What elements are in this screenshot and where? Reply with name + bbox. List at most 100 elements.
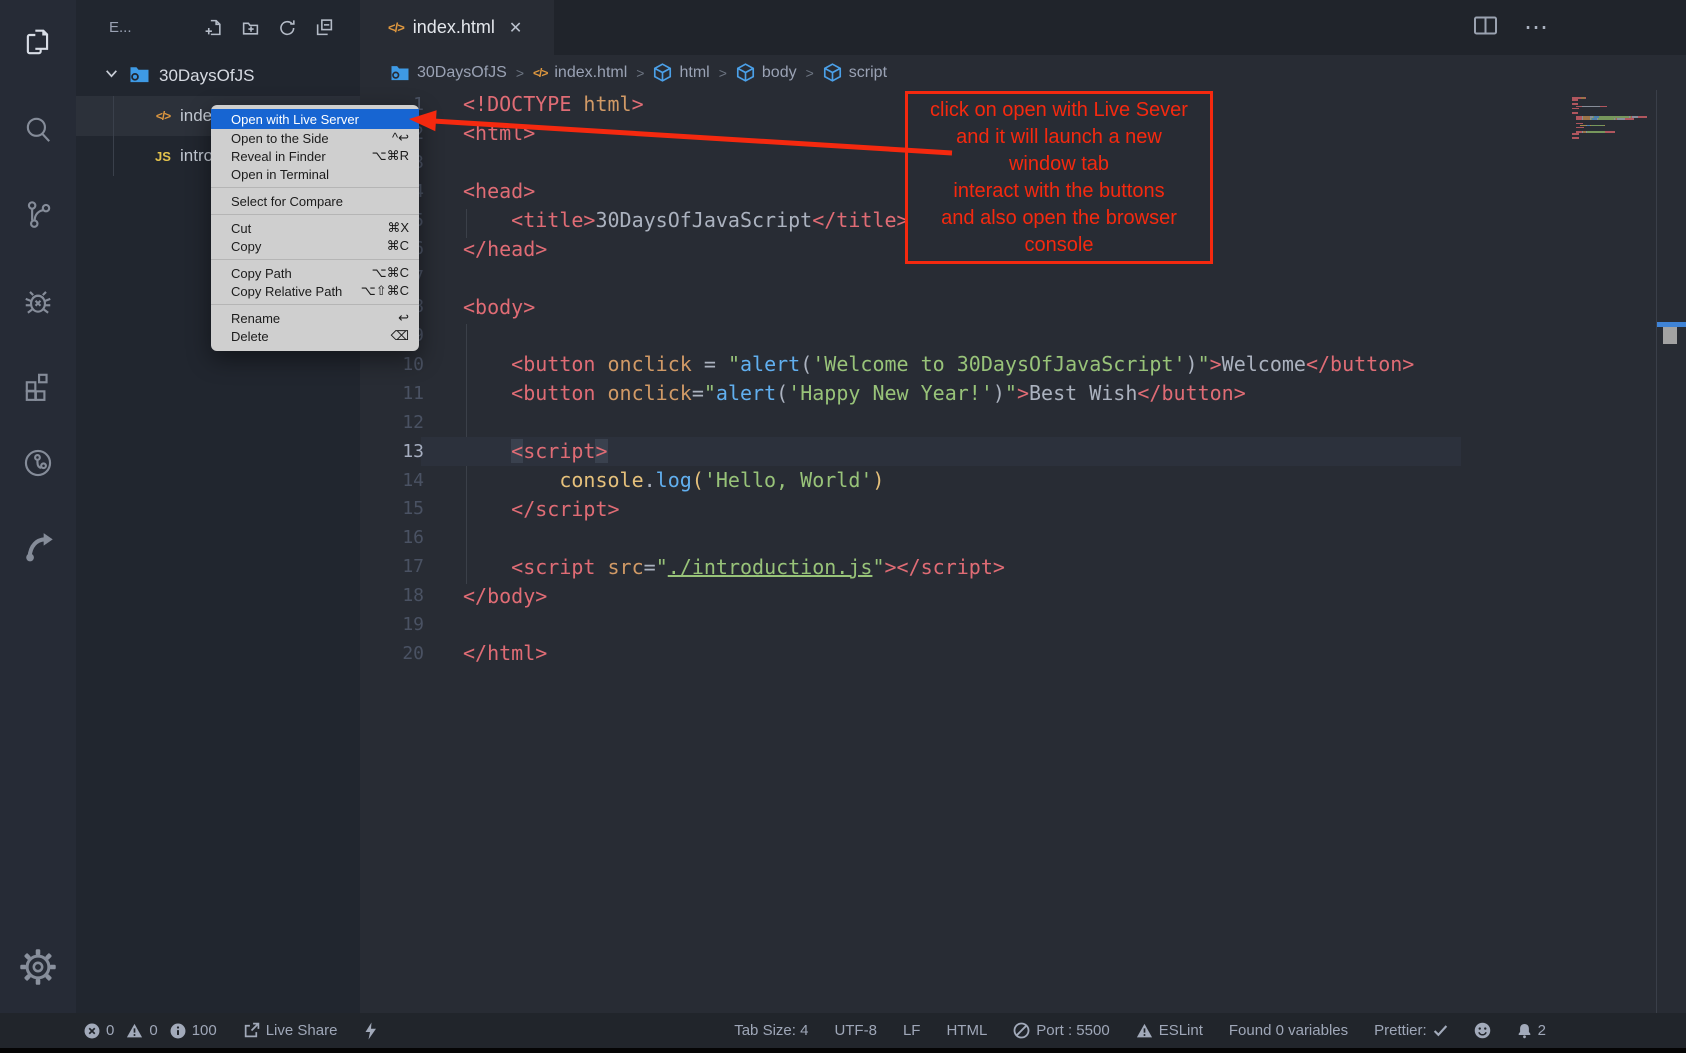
menu-item-label: Reveal in Finder xyxy=(231,149,360,164)
breadcrumb-item-30daysofjs[interactable]: 30DaysOfJS xyxy=(390,64,507,82)
collapse-all-icon[interactable] xyxy=(314,18,334,38)
menu-item-copy-relative-path[interactable]: Copy Relative Path⌥⇧⌘C xyxy=(211,282,419,300)
menu-item-label: Open to the Side xyxy=(231,131,380,146)
html-file-icon: </> xyxy=(150,109,176,123)
status-port-5500[interactable]: Port : 5500 xyxy=(1013,1022,1109,1039)
code-line-18[interactable]: 18 </body> xyxy=(360,581,1686,610)
line-number: 20 xyxy=(360,643,424,664)
code-line-17[interactable]: 17 <script src="./introduction.js"></scr… xyxy=(360,552,1686,581)
new-folder-icon[interactable] xyxy=(240,18,260,38)
annotation-line: and it will launch a new xyxy=(956,124,1162,151)
annotation-line: interact with the buttons xyxy=(953,178,1164,205)
menu-item-copy[interactable]: Copy⌘C xyxy=(211,237,419,255)
share-arrow-icon[interactable] xyxy=(16,523,60,567)
menu-separator xyxy=(211,259,419,260)
annotation-line: and also open the browser xyxy=(941,205,1177,232)
status-0[interactable]: 0 xyxy=(126,1022,157,1039)
menu-item-open-in-terminal[interactable]: Open in Terminal xyxy=(211,165,419,183)
status-eslint[interactable]: ESLint xyxy=(1136,1022,1203,1039)
code-text: </body> xyxy=(463,584,547,608)
code-text: <script src="./introduction.js"></script… xyxy=(463,555,1005,579)
code-line-10[interactable]: 10 <button onclick = "alert('Welcome to … xyxy=(360,350,1686,379)
menu-item-label: Copy Path xyxy=(231,266,360,281)
menu-item-rename[interactable]: Rename↩ xyxy=(211,309,419,327)
menu-item-cut[interactable]: Cut⌘X xyxy=(211,219,419,237)
status-lf[interactable]: LF xyxy=(903,1022,921,1039)
status-100[interactable]: 100 xyxy=(170,1022,217,1039)
code-line-8[interactable]: 8<body> xyxy=(360,292,1686,321)
window-edge xyxy=(0,1048,1686,1053)
status-2[interactable]: 2 xyxy=(1517,1022,1546,1039)
breadcrumb-item-html[interactable]: html xyxy=(653,63,709,82)
settings-gear-icon[interactable] xyxy=(16,945,60,989)
code-line-19[interactable]: 19 xyxy=(360,610,1686,639)
cube-symbol-icon xyxy=(736,63,755,82)
search-icon[interactable] xyxy=(16,108,60,152)
code-line-13[interactable]: 13 <script> xyxy=(360,437,1686,466)
tab-close-icon[interactable]: ✕ xyxy=(509,18,522,38)
code-line-9[interactable]: 9 xyxy=(360,321,1686,350)
status-label: HTML xyxy=(946,1022,987,1039)
status-0[interactable]: 0 xyxy=(84,1022,114,1039)
menu-item-label: Copy xyxy=(231,239,375,254)
minimap[interactable] xyxy=(1572,97,1652,140)
source-control-icon[interactable] xyxy=(16,192,60,236)
code-line-11[interactable]: 11 <button onclick="alert('Happy New Yea… xyxy=(360,379,1686,408)
run-debug-icon[interactable] xyxy=(16,279,60,323)
line-number: 19 xyxy=(360,614,424,635)
code-line-7[interactable]: 7 xyxy=(360,263,1686,292)
annotation-line: console xyxy=(1025,232,1094,259)
menu-item-shortcut: ⌥⌘R xyxy=(372,148,409,164)
status-right: Tab Size: 4 UTF-8 LF HTML Port : 5500 ESLint F… xyxy=(734,1022,1546,1039)
extensions-icon[interactable] xyxy=(16,364,60,408)
html-file-icon: </> xyxy=(533,66,547,80)
share-box-icon xyxy=(243,1022,260,1039)
menu-item-shortcut: ⌥⇧⌘C xyxy=(361,283,409,299)
breadcrumb-item-body[interactable]: body xyxy=(736,63,797,82)
status-tab-size-4[interactable]: Tab Size: 4 xyxy=(734,1022,808,1039)
breadcrumb-label: script xyxy=(849,64,887,82)
code-line-15[interactable]: 15 </script> xyxy=(360,494,1686,523)
tab-index-html[interactable]: </> index.html ✕ xyxy=(360,0,554,55)
menu-item-open-to-the-side[interactable]: Open to the Side ^↩ xyxy=(211,129,419,147)
menu-item-reveal-in-finder[interactable]: Reveal in Finder ⌥⌘R xyxy=(211,147,419,165)
menu-item-select-for-compare[interactable]: Select for Compare xyxy=(211,192,419,210)
code-line-14[interactable]: 14 console.log('Hello, World') xyxy=(360,466,1686,495)
line-number: 18 xyxy=(360,585,424,606)
code-line-16[interactable]: 16 xyxy=(360,523,1686,552)
html-file-icon: </> xyxy=(388,20,404,35)
menu-item-delete[interactable]: Delete⌫ xyxy=(211,327,419,345)
live-share-circle-icon[interactable] xyxy=(16,441,60,485)
status-label: Live Share xyxy=(266,1022,338,1039)
status-smiley[interactable] xyxy=(1474,1022,1491,1039)
code-line-20[interactable]: 20</html> xyxy=(360,639,1686,668)
menu-item-open-with-live-server[interactable]: Open with Live Server xyxy=(211,109,419,129)
code-line-12[interactable]: 12 xyxy=(360,408,1686,437)
split-editor-icon[interactable] xyxy=(1473,15,1498,41)
root-folder-label: 30DaysOfJS xyxy=(159,66,254,86)
status-html[interactable]: HTML xyxy=(946,1022,987,1039)
menu-item-copy-path[interactable]: Copy Path⌥⌘C xyxy=(211,264,419,282)
breadcrumb: 30DaysOfJS></>index.html>html>body>scrip… xyxy=(360,55,1686,90)
js-file-icon: JS xyxy=(150,149,176,164)
breadcrumb-label: index.html xyxy=(554,64,627,82)
status-prettier[interactable]: Prettier: xyxy=(1374,1022,1448,1039)
breadcrumb-item-script[interactable]: script xyxy=(823,63,887,82)
status-label: 0 xyxy=(149,1022,157,1039)
explorer-icon[interactable] xyxy=(16,21,60,65)
tree-root-folder[interactable]: 30DaysOfJS xyxy=(76,56,360,96)
new-file-icon[interactable] xyxy=(203,18,223,38)
status-bolt[interactable] xyxy=(363,1022,377,1040)
breadcrumb-item-index-html[interactable]: </> index.html xyxy=(533,64,627,82)
status-label: 0 xyxy=(106,1022,114,1039)
status-utf-8[interactable]: UTF-8 xyxy=(834,1022,877,1039)
refresh-icon[interactable] xyxy=(277,18,297,38)
scrollbar-thumb[interactable] xyxy=(1663,327,1677,344)
status-live-share[interactable]: Live Share xyxy=(243,1022,338,1039)
status-found-0-variables[interactable]: Found 0 variables xyxy=(1229,1022,1348,1039)
menu-item-label: Select for Compare xyxy=(231,194,409,209)
menu-item-label: Cut xyxy=(231,221,375,236)
folder-icon xyxy=(129,65,150,88)
menu-item-shortcut: ^↩ xyxy=(392,130,409,146)
status-label: Tab Size: 4 xyxy=(734,1022,808,1039)
